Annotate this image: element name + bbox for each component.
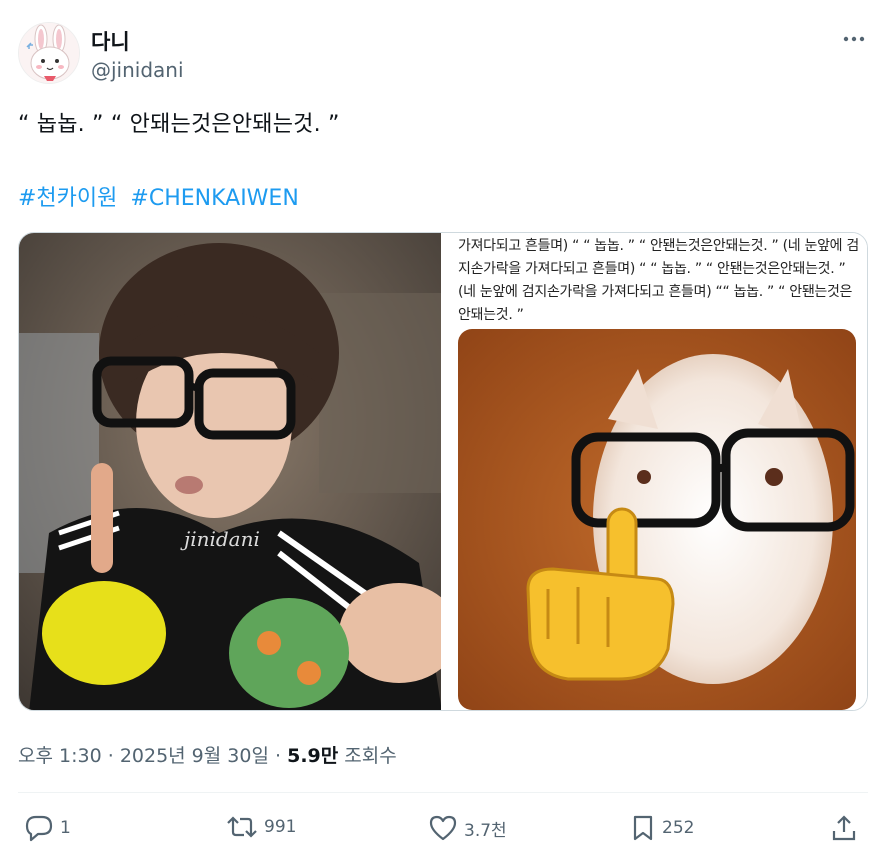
like-button[interactable]: 3.7천 bbox=[428, 814, 507, 842]
watermark-text: jinidani bbox=[180, 527, 260, 551]
tweet-time[interactable]: 오후 1:30 bbox=[18, 745, 102, 767]
hashtag-list: #천카이원 #CHENKAIWEN bbox=[18, 180, 305, 212]
avatar[interactable] bbox=[18, 22, 80, 84]
media-image-right[interactable]: 가져다되고 흔들며) “ “ 놉놉. ” “ 안됀는것은안돼는것. ” (네 눈… bbox=[444, 233, 867, 710]
hashtag-link[interactable]: #CHENKAIWEN bbox=[130, 186, 298, 211]
more-options-button[interactable] bbox=[838, 25, 870, 53]
bookmark-count: 252 bbox=[662, 818, 695, 838]
bookmark-icon bbox=[633, 815, 653, 841]
bookmark-button[interactable]: 252 bbox=[630, 814, 694, 842]
tweet-date[interactable]: 2025년 9월 30일 bbox=[120, 745, 269, 767]
more-icon bbox=[843, 36, 865, 42]
divider bbox=[18, 792, 868, 793]
media-grid: jinidani 가져다되고 흔들며) “ “ 놉놉. ” “ 안됀는것은안돼는… bbox=[18, 232, 868, 711]
media-image-left[interactable]: jinidani bbox=[19, 233, 441, 710]
author-handle[interactable]: @jinidani bbox=[91, 58, 184, 82]
like-icon bbox=[429, 815, 457, 841]
repost-count: 991 bbox=[264, 817, 297, 837]
author-display-name[interactable]: 다니 bbox=[91, 26, 130, 56]
repost-icon bbox=[227, 816, 257, 838]
action-bar: 1 991 3.7천 252 bbox=[0, 808, 894, 852]
tweet: 다니 @jinidani “ 놉놉. ” “ 안돼는것은안돼는것. ” #천카이… bbox=[0, 0, 894, 854]
hashtag-link[interactable]: #천카이원 bbox=[18, 186, 117, 211]
tweet-meta: 오후 1:30 · 2025년 9월 30일 · 5.9만 조회수 bbox=[18, 741, 397, 768]
repost-button[interactable]: 991 bbox=[226, 814, 296, 840]
meta-separator: · bbox=[107, 745, 114, 767]
share-button[interactable] bbox=[830, 814, 858, 842]
tweet-text: “ 놉놉. ” “ 안돼는것은안돼는것. ” bbox=[18, 112, 340, 137]
meta-separator: · bbox=[275, 745, 282, 767]
views-count: 5.9만 bbox=[287, 745, 339, 767]
reply-count: 1 bbox=[60, 818, 71, 838]
share-icon bbox=[832, 815, 856, 841]
reply-button[interactable]: 1 bbox=[24, 814, 71, 842]
like-count: 3.7천 bbox=[464, 820, 507, 841]
meme-caption-text: 가져다되고 흔들며) “ “ 놉놉. ” “ 안됀는것은안돼는것. ” (네 눈… bbox=[458, 238, 859, 323]
views-label: 조회수 bbox=[344, 745, 397, 767]
reply-icon bbox=[25, 815, 53, 842]
